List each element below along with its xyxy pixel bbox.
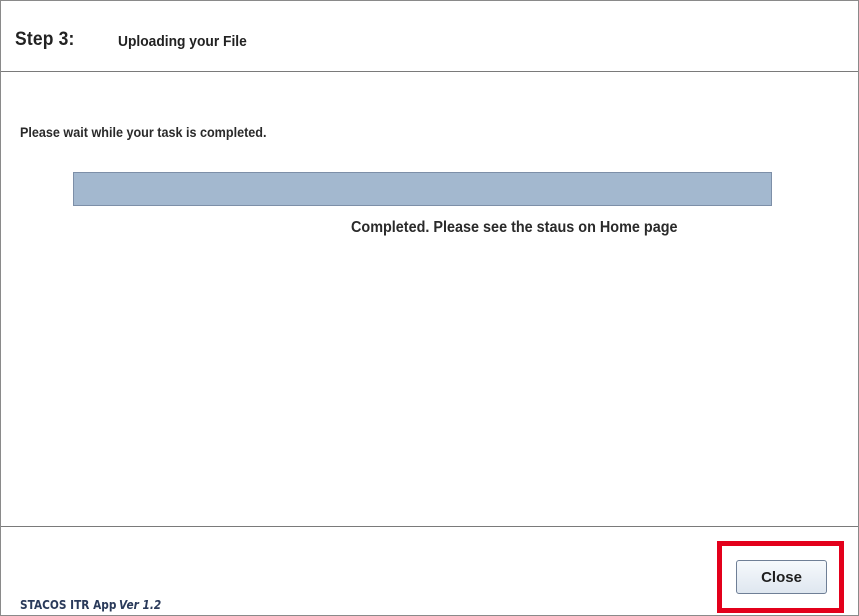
app-name: STACOS ITR App [20,598,117,612]
progress-bar-fill [74,173,771,205]
status-message: Completed. Please see the staus on Home … [351,219,678,236]
dialog-header: Step 3: Uploading your File [1,1,858,72]
app-version: Ver 1.2 [119,598,162,612]
app-label: STACOS ITR App Ver 1.2 [20,598,161,612]
dialog-footer: STACOS ITR App Ver 1.2 Close [1,526,858,615]
wait-message: Please wait while your task is completed… [20,124,267,140]
upload-dialog: Step 3: Uploading your File Please wait … [0,0,859,616]
step-number: Step 3: [15,29,75,50]
progress-bar [73,172,772,206]
step-title: Uploading your File [118,33,247,50]
dialog-content: Please wait while your task is completed… [1,72,858,526]
close-button[interactable]: Close [736,560,827,594]
